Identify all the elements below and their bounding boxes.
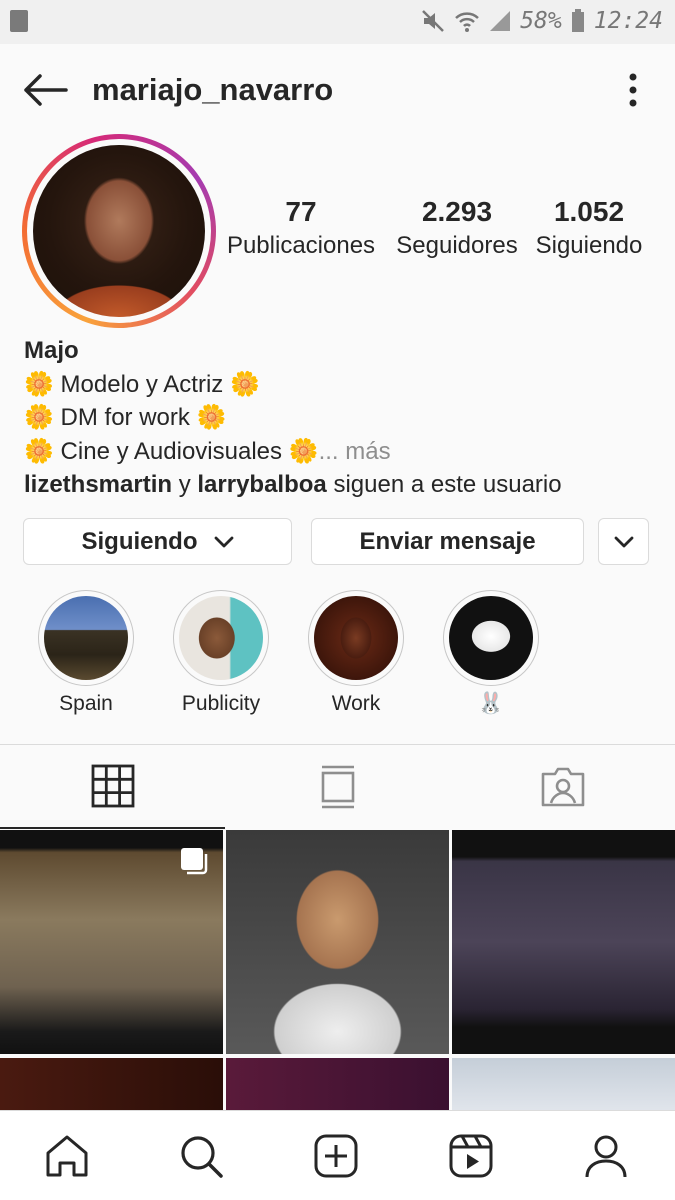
- nav-reels[interactable]: [446, 1131, 496, 1181]
- grid-icon: [91, 764, 134, 808]
- nav-search[interactable]: [176, 1131, 226, 1181]
- stat-followers-label: Seguidores: [396, 232, 518, 259]
- profile-tabs: [0, 744, 675, 829]
- stat-following[interactable]: 1.052 Siguiendo: [528, 196, 650, 260]
- story-highlight[interactable]: Publicity: [171, 590, 271, 716]
- search-icon: [181, 1136, 223, 1178]
- story-highlight[interactable]: Spain: [36, 590, 136, 716]
- story-highlight[interactable]: Work: [306, 590, 406, 716]
- highlight-cover: [449, 596, 533, 680]
- tab-feed[interactable]: [225, 745, 450, 829]
- post-thumbnail[interactable]: [452, 830, 675, 1054]
- profile-bio: Majo 🌼 Modelo y Actriz 🌼 🌼 DM for work 🌼…: [24, 334, 654, 502]
- highlight-cover: [314, 596, 398, 680]
- stat-posts-count: 77: [285, 196, 317, 227]
- wifi-icon: [455, 12, 480, 32]
- status-indicators: 58% 12:24: [420, 8, 663, 34]
- multiple-posts-icon: [181, 848, 208, 875]
- posts-grid: [0, 830, 675, 1110]
- stat-followers-count: 2.293: [421, 196, 493, 227]
- nav-profile[interactable]: [581, 1131, 631, 1181]
- highlight-label: Spain: [59, 692, 113, 715]
- stat-following-count: 1.052: [553, 196, 625, 227]
- post-thumbnail[interactable]: [226, 830, 449, 1054]
- post-thumbnail[interactable]: [226, 1058, 449, 1110]
- reels-icon: [449, 1134, 493, 1178]
- mute-icon: [422, 10, 445, 32]
- stat-posts-label: Publicaciones: [226, 232, 376, 259]
- profile-username: mariajo_navarro: [92, 72, 334, 107]
- tab-posts-grid[interactable]: [0, 745, 225, 829]
- profile-icon: [585, 1135, 627, 1178]
- highlight-label: Publicity: [181, 692, 261, 715]
- status-bar: 58% 12:24: [0, 0, 675, 44]
- more-options-icon[interactable]: [627, 72, 639, 108]
- stat-followers[interactable]: 2.293 Seguidores: [390, 196, 524, 260]
- stat-following-label: Siguiendo: [535, 232, 643, 259]
- nav-new-post[interactable]: [311, 1131, 361, 1181]
- bio-line: 🌼 Modelo y Actriz 🌼: [24, 370, 260, 398]
- suggested-accounts-button[interactable]: [598, 518, 649, 565]
- chevron-down-icon: [214, 536, 233, 547]
- post-thumbnail[interactable]: [0, 830, 223, 1054]
- profile-header: mariajo_navarro: [0, 44, 675, 140]
- battery-icon: [571, 9, 584, 32]
- highlight-label: Work: [331, 692, 381, 715]
- notification-icon: [10, 10, 28, 32]
- bio-line: 🌼 Cine y Audiovisuales 🌼: [24, 437, 319, 465]
- home-icon: [46, 1135, 88, 1177]
- stat-posts: 77 Publicaciones: [218, 196, 384, 260]
- send-message-button[interactable]: Enviar mensaje: [311, 518, 584, 565]
- clock: 12:24: [593, 8, 663, 34]
- chevron-down-icon: [614, 536, 633, 547]
- feed-icon: [321, 765, 354, 809]
- bio-line: 🌼 DM for work 🌼: [24, 404, 227, 431]
- highlight-label: 🐰: [477, 692, 505, 715]
- tagged-icon: [541, 767, 584, 807]
- following-button-label: Siguiendo: [81, 527, 198, 555]
- followed-by-suffix: siguen a este usuario: [333, 471, 562, 498]
- highlight-cover: [179, 596, 263, 680]
- story-highlight[interactable]: 🐰: [441, 590, 541, 716]
- followed-by-connector: y: [178, 471, 191, 498]
- post-thumbnail[interactable]: [452, 1058, 675, 1110]
- highlight-cover: [44, 596, 128, 680]
- profile-name: Majo: [24, 337, 79, 364]
- followed-by[interactable]: lizethsmartin y larrybalboa siguen a est…: [24, 468, 654, 502]
- avatar-story-ring[interactable]: [22, 134, 216, 328]
- following-button[interactable]: Siguiendo: [23, 518, 292, 565]
- bio-more-link[interactable]: ... más: [319, 438, 391, 465]
- send-message-label: Enviar mensaje: [359, 527, 536, 555]
- follower-username[interactable]: lizethsmartin: [24, 471, 172, 498]
- follower-username[interactable]: larrybalboa: [197, 471, 326, 498]
- signal-icon: [490, 11, 511, 31]
- nav-home[interactable]: [42, 1131, 92, 1181]
- avatar: [33, 145, 205, 317]
- back-arrow-icon[interactable]: [20, 70, 70, 110]
- tab-tagged[interactable]: [450, 745, 675, 829]
- bio-line-last: 🌼 Cine y Audiovisuales 🌼... más: [24, 435, 654, 469]
- post-thumbnail[interactable]: [0, 1058, 223, 1110]
- battery-percentage: 58%: [520, 8, 562, 34]
- add-icon: [314, 1134, 358, 1178]
- bottom-navigation: [0, 1110, 675, 1200]
